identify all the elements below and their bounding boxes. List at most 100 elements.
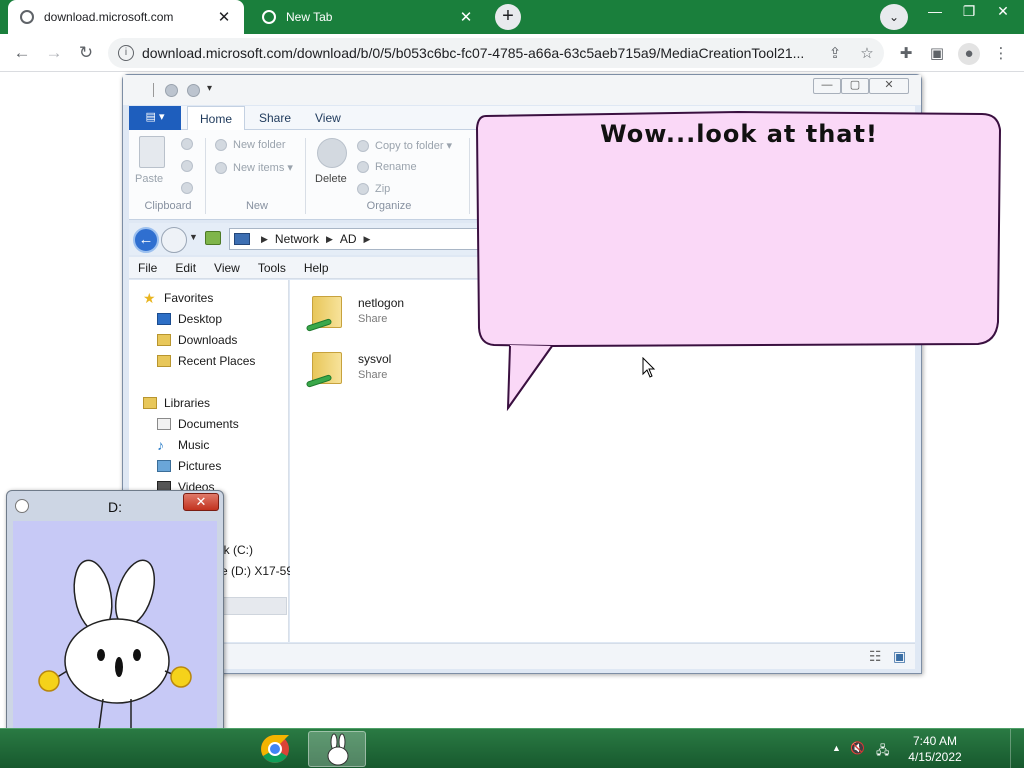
large-icons-view-icon[interactable]: ▣ <box>893 648 906 665</box>
qat-properties-icon[interactable] <box>165 84 178 97</box>
qat-divider <box>153 83 154 97</box>
nav-documents[interactable]: Documents <box>157 413 239 434</box>
menu-help[interactable]: Help <box>295 261 338 275</box>
delete-icon[interactable] <box>317 138 347 168</box>
tray-overflow-icon[interactable]: ▲ <box>832 743 841 753</box>
nav-downloads[interactable]: Downloads <box>157 329 237 350</box>
nav-recent-places[interactable]: Recent Places <box>157 350 255 371</box>
shared-folder-icon <box>305 344 346 388</box>
nav-desktop[interactable]: Desktop <box>157 308 222 329</box>
copy-path-icon[interactable] <box>181 182 193 194</box>
cut-icon[interactable] <box>181 138 193 150</box>
browser-toolbar: ← → ↻ i download.microsoft.com/download/… <box>0 34 1024 72</box>
share-item-netlogon[interactable]: netlogon Share <box>305 288 404 332</box>
minimize-button[interactable]: — <box>918 0 952 24</box>
tab-close-icon[interactable]: ✕ <box>458 8 474 26</box>
taskbar-bunny-app[interactable] <box>308 731 366 767</box>
paste-button[interactable]: Paste <box>135 173 163 185</box>
url-text[interactable]: download.microsoft.com/download/b/0/5/b0… <box>142 45 814 61</box>
breadcrumb-ad[interactable]: AD <box>340 232 357 246</box>
forward-icon[interactable]: → <box>42 41 66 65</box>
nav-label: Favorites <box>164 290 214 305</box>
bunny-mouth <box>115 657 123 677</box>
show-desktop-button[interactable] <box>1010 729 1024 769</box>
breadcrumb-arrow[interactable]: ▶ <box>326 234 333 245</box>
taskbar-clock[interactable]: 7:40 AM 4/15/2022 <box>900 733 970 765</box>
tab-view[interactable]: View <box>303 106 353 130</box>
taskbar-chrome[interactable] <box>246 731 304 767</box>
breadcrumb-arrow[interactable]: ▶ <box>261 234 268 245</box>
nav-label: Recent Places <box>178 353 256 368</box>
profile-avatar[interactable]: ● <box>958 43 980 65</box>
breadcrumb-arrow[interactable]: ▶ <box>364 234 371 245</box>
share-icon[interactable]: ⇪ <box>824 44 846 62</box>
tab-new-tab[interactable]: New Tab ✕ <box>250 0 486 34</box>
share-item-sysvol[interactable]: sysvol Share <box>305 344 391 388</box>
chrome-menu-icon[interactable]: ⋮ <box>990 43 1012 65</box>
close-button[interactable]: ✕ <box>986 0 1020 24</box>
details-view-icon[interactable]: ☷ <box>869 648 882 665</box>
paste-icon[interactable] <box>139 136 165 168</box>
tab-close-icon[interactable]: ✕ <box>216 8 232 26</box>
copy-to-folder-button[interactable]: Copy to folder ▾ <box>357 139 452 152</box>
up-folder-icon[interactable] <box>205 231 221 245</box>
nav-pictures[interactable]: Pictures <box>157 455 221 476</box>
browser-tab-strip: download.microsoft.com ✕ New Tab ✕ + ⌄ —… <box>0 0 1024 34</box>
explorer-back-button[interactable]: ← <box>133 227 159 253</box>
new-items-button[interactable]: New items ▾ <box>215 161 293 174</box>
nav-scrollbar[interactable] <box>217 597 287 615</box>
delete-button[interactable]: Delete <box>315 173 347 185</box>
mouse-cursor-icon <box>642 357 656 378</box>
bunny-close-button[interactable]: ✕ <box>183 493 219 511</box>
reload-icon[interactable]: ↻ <box>74 41 98 65</box>
qat-dropdown-icon[interactable]: ▾ <box>207 83 212 94</box>
nav-music[interactable]: ♪ Music <box>157 434 209 455</box>
nav-label: ve (D:) X17-59 <box>215 563 294 578</box>
copy-icon[interactable] <box>181 160 193 172</box>
zip-label: Zip <box>375 183 391 195</box>
nav-favorites[interactable]: ★ Favorites <box>143 287 213 308</box>
zip-button[interactable]: Zip <box>357 183 390 195</box>
group-new-label: New <box>245 200 268 212</box>
side-panel-icon[interactable]: ▣ <box>926 43 948 65</box>
tab-home[interactable]: Home <box>187 106 246 131</box>
menu-view[interactable]: View <box>205 261 249 275</box>
file-menu-button[interactable]: ▤ ▾ <box>129 106 181 130</box>
breadcrumb-network[interactable]: Network <box>275 232 319 246</box>
nav-libraries[interactable]: Libraries <box>143 392 210 413</box>
group-separator <box>305 138 306 214</box>
new-tab-button[interactable]: + <box>495 4 521 30</box>
extensions-icon[interactable]: ✚ <box>895 43 917 65</box>
tab-search-button[interactable]: ⌄ <box>880 4 908 30</box>
rename-button[interactable]: Rename <box>357 161 417 173</box>
volume-muted-icon[interactable]: 🔇 <box>850 741 865 755</box>
nav-label: Pictures <box>178 458 222 473</box>
menu-tools[interactable]: Tools <box>249 261 295 275</box>
explorer-minimize-button[interactable]: — <box>813 78 841 94</box>
menu-edit[interactable]: Edit <box>166 261 205 275</box>
speech-bubble <box>476 111 1001 412</box>
nav-dvd-drive-d[interactable]: ve (D:) X17-59 <box>215 560 293 581</box>
explorer-close-button[interactable]: ✕ <box>869 78 909 94</box>
new-folder-button[interactable]: New folder <box>215 139 286 151</box>
explorer-maximize-button[interactable]: ▢ <box>841 78 869 94</box>
qat-newfolder-icon[interactable] <box>187 84 200 97</box>
maximize-button[interactable]: ❐ <box>952 0 986 24</box>
item-type: Share <box>358 369 388 381</box>
explorer-forward-button[interactable] <box>161 227 187 253</box>
nav-label: Libraries <box>164 395 211 410</box>
site-info-icon[interactable]: i <box>118 45 134 61</box>
recent-locations-icon[interactable]: ▼ <box>189 232 198 242</box>
documents-icon <box>157 417 171 430</box>
back-icon[interactable]: ← <box>10 41 34 65</box>
address-bar[interactable]: i download.microsoft.com/download/b/0/5/… <box>108 38 884 68</box>
network-icon[interactable]: 🖧 <box>876 741 889 762</box>
menu-file[interactable]: File <box>129 261 166 275</box>
tab-share[interactable]: Share <box>247 106 303 130</box>
clock-time: 7:40 AM <box>912 734 958 748</box>
tab-download-microsoft[interactable]: download.microsoft.com ✕ <box>8 0 244 34</box>
bunny-left-eye <box>97 649 105 661</box>
star-icon: ★ <box>143 289 156 306</box>
bookmark-star-icon[interactable]: ☆ <box>856 44 878 62</box>
bunny-left-leg <box>92 698 104 732</box>
